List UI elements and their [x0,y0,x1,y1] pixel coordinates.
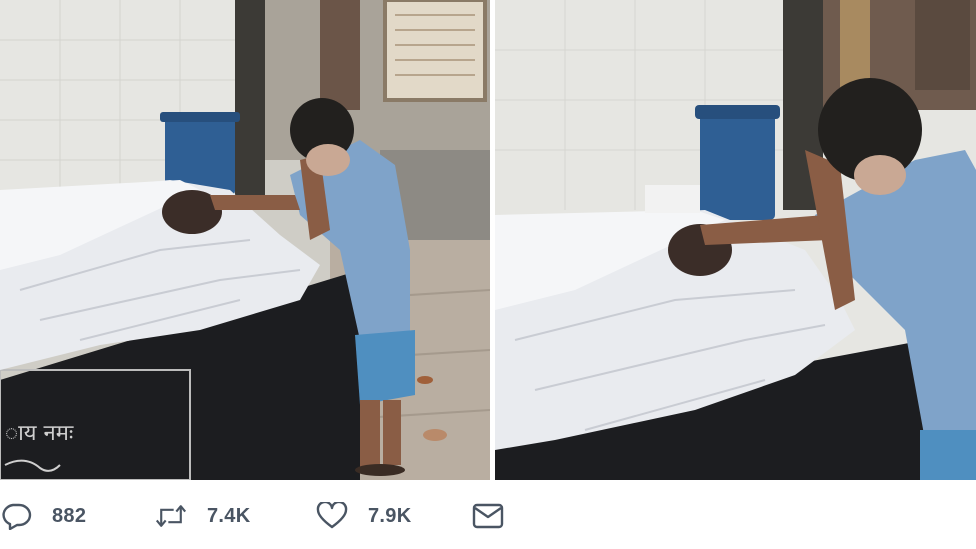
photo-right[interactable] [495,0,976,480]
tweet-action-bar: 882 7.4K 7.9K [0,480,976,549]
reply-button[interactable]: 882 [0,502,86,530]
heart-icon [316,502,348,530]
photo-left-image: ाय नमः [0,0,490,480]
retweet-icon [155,502,187,530]
like-button[interactable]: 7.9K [316,502,411,530]
reply-count: 882 [52,504,87,527]
tweet-media: ाय नमः [0,0,976,480]
photo-left[interactable]: ाय नमः [0,0,490,480]
retweet-count: 7.4K [207,504,251,527]
tablet-inscription: ाय नमः [5,421,74,446]
envelope-icon [472,502,504,530]
retweet-button[interactable]: 7.4K [155,502,250,530]
reply-icon [0,502,32,530]
photo-right-image [495,0,976,480]
direct-message-button[interactable] [472,502,504,530]
like-count: 7.9K [368,504,412,527]
